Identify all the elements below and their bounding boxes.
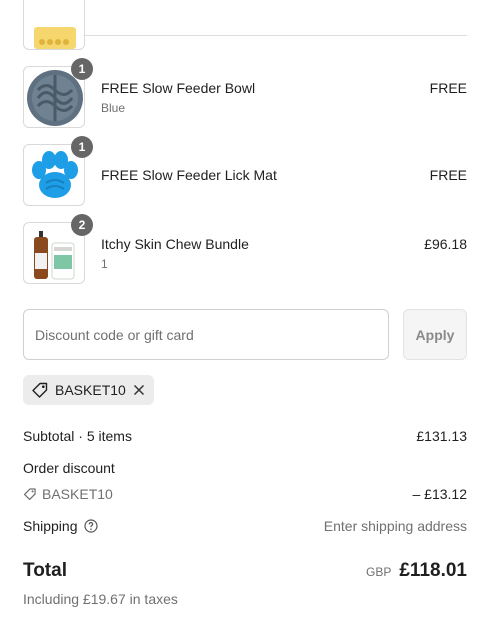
tax-note: Including £19.67 in taxes <box>23 591 178 607</box>
order-discount-label: Order discount <box>23 460 115 476</box>
product-thumbnail-previous <box>23 0 85 50</box>
quantity-badge: 2 <box>71 214 93 236</box>
tag-icon <box>23 488 36 501</box>
discount-code-input[interactable] <box>23 309 389 360</box>
product-name: FREE Slow Feeder Bowl <box>101 80 256 96</box>
order-discount-code: BASKET10 <box>42 486 113 502</box>
applied-discount-code: BASKET10 <box>55 382 126 398</box>
product-thumbnail: 1 <box>23 136 93 206</box>
section-divider <box>85 35 467 36</box>
order-discount-code-row: BASKET10 <box>23 486 113 502</box>
remove-discount-icon[interactable] <box>132 383 146 397</box>
product-name: FREE Slow Feeder Lick Mat <box>101 167 277 183</box>
apply-button[interactable]: Apply <box>403 309 467 360</box>
product-price: FREE <box>429 80 467 96</box>
subtotal-value: £131.13 <box>416 428 467 444</box>
product-thumbnail: 1 <box>23 58 93 128</box>
total-value-group: GBP £118.01 <box>366 560 467 582</box>
product-price: FREE <box>429 167 467 183</box>
applied-discount-chip: BASKET10 <box>23 375 154 405</box>
product-price: £96.18 <box>424 236 467 252</box>
tag-icon <box>32 382 48 398</box>
total-currency: GBP <box>366 565 392 579</box>
total-amount: £118.01 <box>399 560 467 581</box>
shipping-value: Enter shipping address <box>323 518 467 534</box>
shipping-row: Shipping <box>23 518 98 534</box>
product-variant: 1 <box>101 257 108 271</box>
product-thumbnail: 2 <box>23 214 93 284</box>
shipping-label: Shipping <box>23 518 78 534</box>
quantity-badge: 1 <box>71 136 93 158</box>
order-discount-value: – £13.12 <box>412 486 468 502</box>
product-variant: Blue <box>101 101 126 115</box>
quantity-badge: 1 <box>71 58 93 80</box>
total-label: Total <box>23 560 67 581</box>
help-icon[interactable] <box>83 519 98 533</box>
product-name: Itchy Skin Chew Bundle <box>101 236 249 252</box>
product-image-previous <box>34 27 76 49</box>
subtotal-label: Subtotal · 5 items <box>23 428 132 444</box>
